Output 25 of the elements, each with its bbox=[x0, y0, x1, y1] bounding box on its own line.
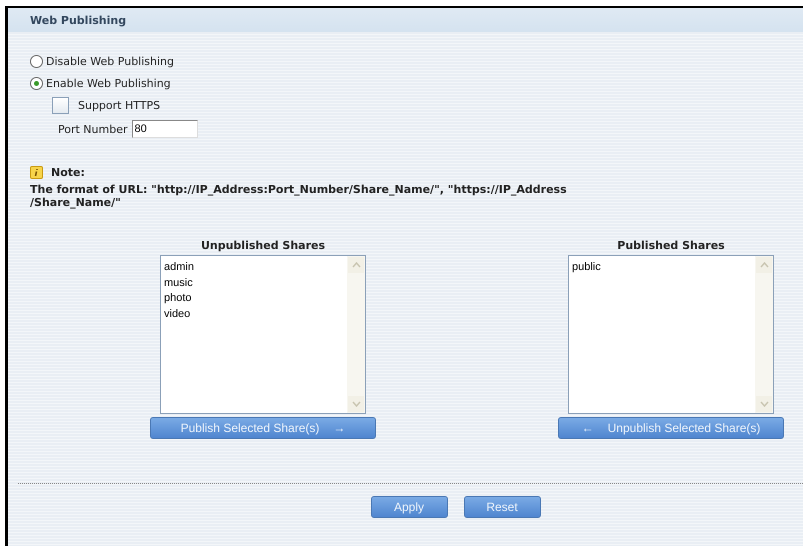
list-item[interactable]: photo bbox=[164, 291, 344, 306]
radio-label: Disable Web Publishing bbox=[46, 54, 174, 68]
list-item[interactable]: public bbox=[572, 260, 752, 276]
scroll-down-icon bbox=[760, 401, 768, 407]
scroll-down-icon bbox=[352, 401, 360, 407]
list-title: Published Shares bbox=[617, 239, 725, 252]
radio-button[interactable] bbox=[30, 76, 43, 90]
list-title: Unpublished Shares bbox=[200, 239, 326, 252]
radio-button[interactable] bbox=[30, 54, 43, 68]
radio-label: Enable Web Publishing bbox=[46, 76, 171, 90]
list-item[interactable]: music bbox=[164, 276, 344, 291]
list-item[interactable]: admin bbox=[164, 260, 344, 276]
share-list[interactable]: public bbox=[568, 255, 774, 414]
scroll-up-icon bbox=[352, 262, 360, 268]
checkbox-label: Support HTTPS bbox=[78, 98, 160, 112]
list-item[interactable]: video bbox=[164, 306, 344, 322]
scroll-up-icon bbox=[760, 262, 768, 268]
share-list[interactable]: admin music photo video bbox=[160, 255, 366, 414]
info-icon bbox=[30, 166, 43, 179]
field-label: Port Number bbox=[58, 122, 128, 136]
checkbox[interactable] bbox=[52, 96, 69, 114]
panel-title: Web Publishing bbox=[8, 8, 803, 32]
note-title: Note: bbox=[51, 166, 85, 179]
note-text: The format of URL: "http://IP_Address:Port_Number/Share_Name/", "https://IP_Address /Share_Name/" bbox=[30, 183, 568, 209]
port-number-field[interactable]: 80 bbox=[132, 120, 198, 138]
